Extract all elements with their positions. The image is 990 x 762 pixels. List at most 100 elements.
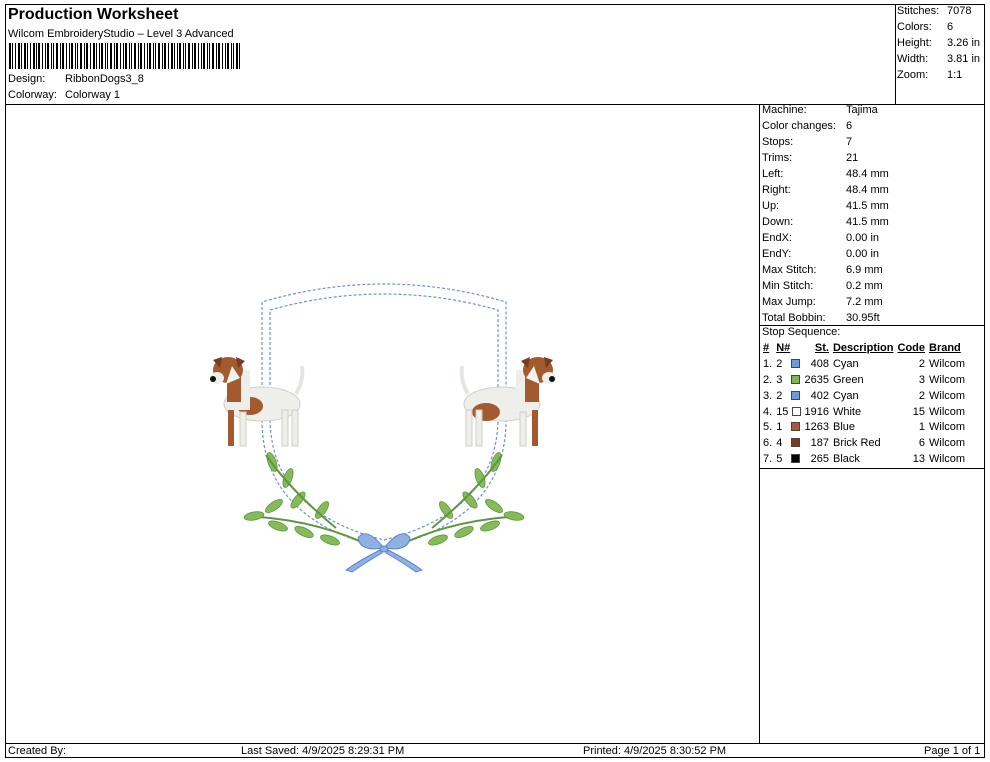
- colorway-label: Colorway:: [8, 89, 57, 101]
- summary-label: Height:: [897, 37, 932, 49]
- thread-code: 3: [918, 373, 925, 386]
- spec-value: 6: [846, 120, 853, 132]
- summary-label: Stitches:: [897, 5, 940, 17]
- column-header: Brand: [929, 342, 961, 355]
- row-number: 4.: [763, 405, 773, 418]
- summary-divider: [895, 4, 896, 104]
- summary-value: 3.81 in: [947, 53, 981, 65]
- table-row: 1. 2 408 Cyan 2 Wilcom: [761, 357, 967, 373]
- thread-code: 13: [912, 452, 925, 465]
- needle-cell: 3: [774, 373, 802, 389]
- color-swatch: [791, 359, 801, 369]
- spec-label: Min Stitch:: [762, 280, 814, 292]
- column-header: Description: [832, 342, 894, 355]
- summary-height: Height: 3.26 in: [897, 37, 985, 53]
- left-laurel-branch: [243, 452, 375, 549]
- barcode: [9, 43, 240, 69]
- thread-brand: Wilcom: [929, 389, 966, 402]
- summary-stitches: Stitches: 7078: [897, 5, 985, 21]
- spec-value: 48.4 mm: [846, 184, 889, 196]
- spec-value: 0.00 in: [846, 232, 880, 244]
- thread-brand: Wilcom: [929, 437, 966, 450]
- needle-cell: 15: [774, 404, 802, 420]
- summary-value: 3.26 in: [947, 37, 981, 49]
- spec-label: Left:: [762, 168, 784, 180]
- spec-label: Machine:: [762, 104, 807, 116]
- right-laurel-branch: [393, 452, 525, 549]
- thread-description: Green: [832, 373, 864, 386]
- color-swatch: [791, 453, 801, 463]
- spec-value: 6.9 mm: [846, 264, 883, 276]
- summary-zoom: Zoom: 1:1: [897, 69, 985, 85]
- needle-number: 3: [776, 373, 783, 386]
- thread-brand: Wilcom: [929, 405, 966, 418]
- thread-code: 6: [918, 437, 925, 450]
- created-by: Created By:: [8, 745, 67, 757]
- stop-sequence-table: # N# St. Description Code Brand 1. 2 408…: [761, 341, 967, 467]
- spec-label: Total Bobbin:: [762, 312, 826, 324]
- thread-brand: Wilcom: [929, 452, 966, 465]
- right-dog-icon: [459, 357, 556, 447]
- needle-cell: 4: [774, 436, 802, 452]
- needle-cell: 2: [774, 388, 802, 404]
- summary-value: 6: [947, 21, 954, 33]
- summary-value: 7078: [947, 5, 972, 17]
- stitch-count: 402: [810, 389, 829, 402]
- stitch-count: 1916: [804, 405, 829, 418]
- needle-number: 2: [776, 389, 783, 402]
- stitch-count: 408: [810, 358, 829, 371]
- needle-number: 1: [776, 421, 783, 434]
- last-saved: Last Saved: 4/9/2025 8:29:31 PM: [241, 745, 405, 757]
- row-number: 6.: [763, 437, 773, 450]
- stitch-count: 2635: [804, 373, 829, 386]
- thread-description: Cyan: [832, 358, 859, 371]
- left-dog-icon: [210, 357, 305, 447]
- needle-cell: 1: [774, 420, 802, 436]
- page-number: Page 1 of 1: [924, 745, 981, 757]
- color-swatch: [791, 406, 801, 416]
- table-row: 5. 1 1263 Blue 1 Wilcom: [761, 420, 967, 436]
- thread-brand: Wilcom: [929, 421, 966, 434]
- header-divider: [5, 104, 985, 105]
- table-row: 4. 15 1916 White 15 Wilcom: [761, 404, 967, 420]
- spec-label: Max Jump:: [762, 296, 816, 308]
- spec-value: 21: [846, 152, 859, 164]
- spec-label: EndY:: [762, 248, 792, 260]
- column-header: Code: [897, 342, 926, 355]
- spec-value: 0.00 in: [846, 248, 880, 260]
- summary-value: 1:1: [947, 69, 963, 81]
- summary-width: Width: 3.81 in: [897, 53, 985, 69]
- spec-value: 41.5 mm: [846, 216, 889, 228]
- software-name: Wilcom EmbroideryStudio – Level 3 Advanc…: [8, 28, 234, 40]
- spec-label: Up:: [762, 200, 780, 212]
- summary-label: Zoom:: [897, 69, 929, 81]
- color-swatch: [791, 374, 801, 384]
- row-number: 3.: [763, 389, 773, 402]
- row-number: 7.: [763, 452, 773, 465]
- color-swatch: [791, 422, 801, 432]
- embroidery-design-preview: [210, 283, 556, 573]
- table-row: 6. 4 187 Brick Red 6 Wilcom: [761, 436, 967, 452]
- thread-code: 2: [918, 358, 925, 371]
- spec-value: 7: [846, 136, 853, 148]
- column-header: St.: [814, 342, 829, 355]
- row-number: 5.: [763, 421, 773, 434]
- color-swatch: [791, 438, 801, 448]
- needle-cell: 2: [774, 357, 802, 373]
- spec-label: Down:: [762, 216, 794, 228]
- summary-colors: Colors: 6: [897, 21, 985, 37]
- needle-number: 4: [776, 437, 783, 450]
- table-row: 3. 2 402 Cyan 2 Wilcom: [761, 388, 967, 404]
- thread-description: Brick Red: [832, 437, 881, 450]
- table-row: 7. 5 265 Black 13 Wilcom: [761, 452, 967, 468]
- colorway-value: Colorway 1: [65, 89, 121, 101]
- needle-number: 5: [776, 452, 783, 465]
- color-swatch: [791, 390, 801, 400]
- spec-label: Stops:: [762, 136, 794, 148]
- thread-description: Cyan: [832, 389, 859, 402]
- design-label: Design:: [8, 73, 46, 85]
- thread-code: 1: [918, 421, 925, 434]
- stops-divider: [759, 468, 985, 469]
- column-header: N#: [776, 342, 791, 355]
- row-number: 2.: [763, 373, 773, 386]
